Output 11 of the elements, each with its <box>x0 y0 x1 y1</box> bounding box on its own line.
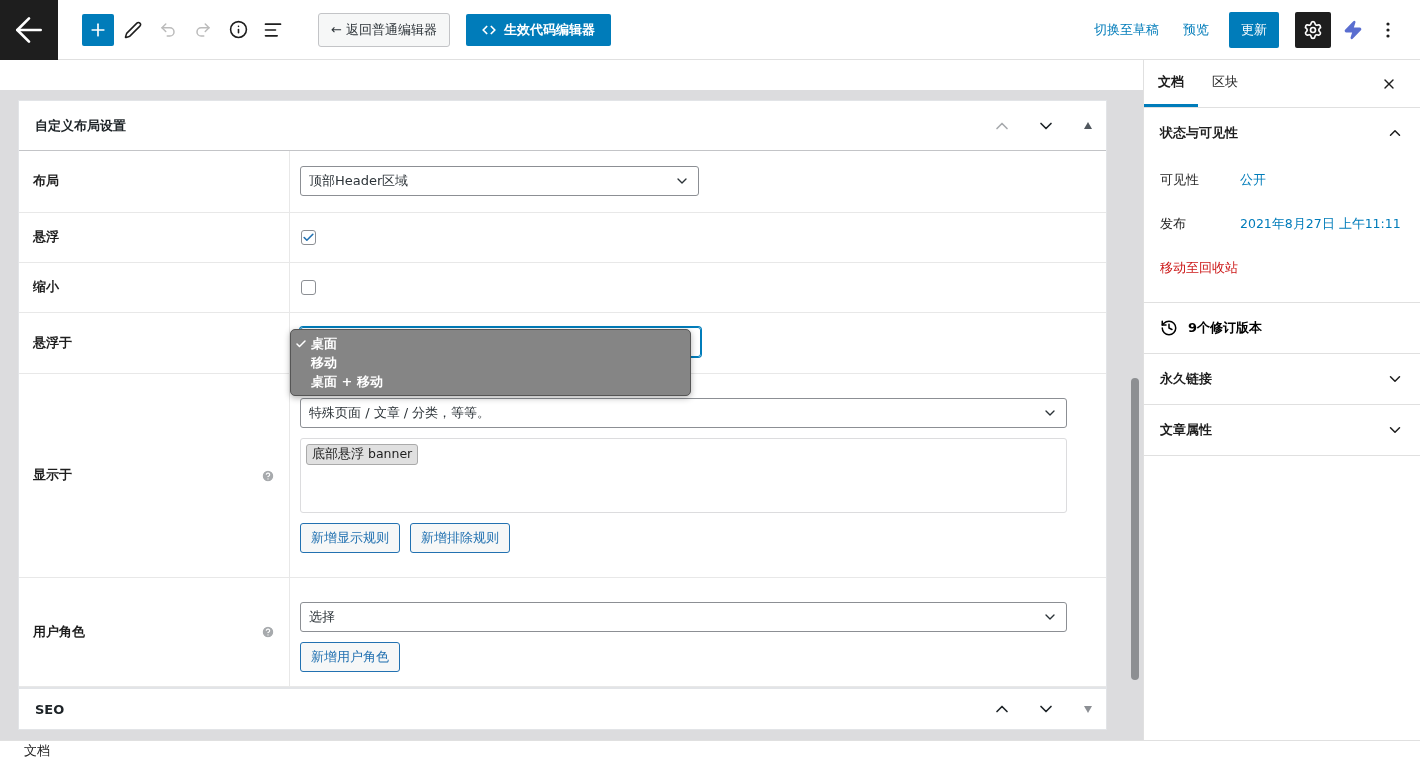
field-label: 可见性 <box>1160 171 1200 189</box>
metabox-title: 自定义布局设置 <box>35 116 127 135</box>
field-label: 悬浮于 <box>33 334 73 352</box>
field-label: 布局 <box>33 173 60 190</box>
field-label: 用户角色 <box>33 623 86 641</box>
tag: 底部悬浮 banner <box>306 444 419 465</box>
field-label: 悬浮 <box>33 229 60 246</box>
field-label: 发布 <box>1160 215 1187 233</box>
field-label: 显示于 <box>33 467 73 484</box>
field-label: 缩小 <box>33 279 60 296</box>
metabox-title: SEO <box>35 701 66 717</box>
